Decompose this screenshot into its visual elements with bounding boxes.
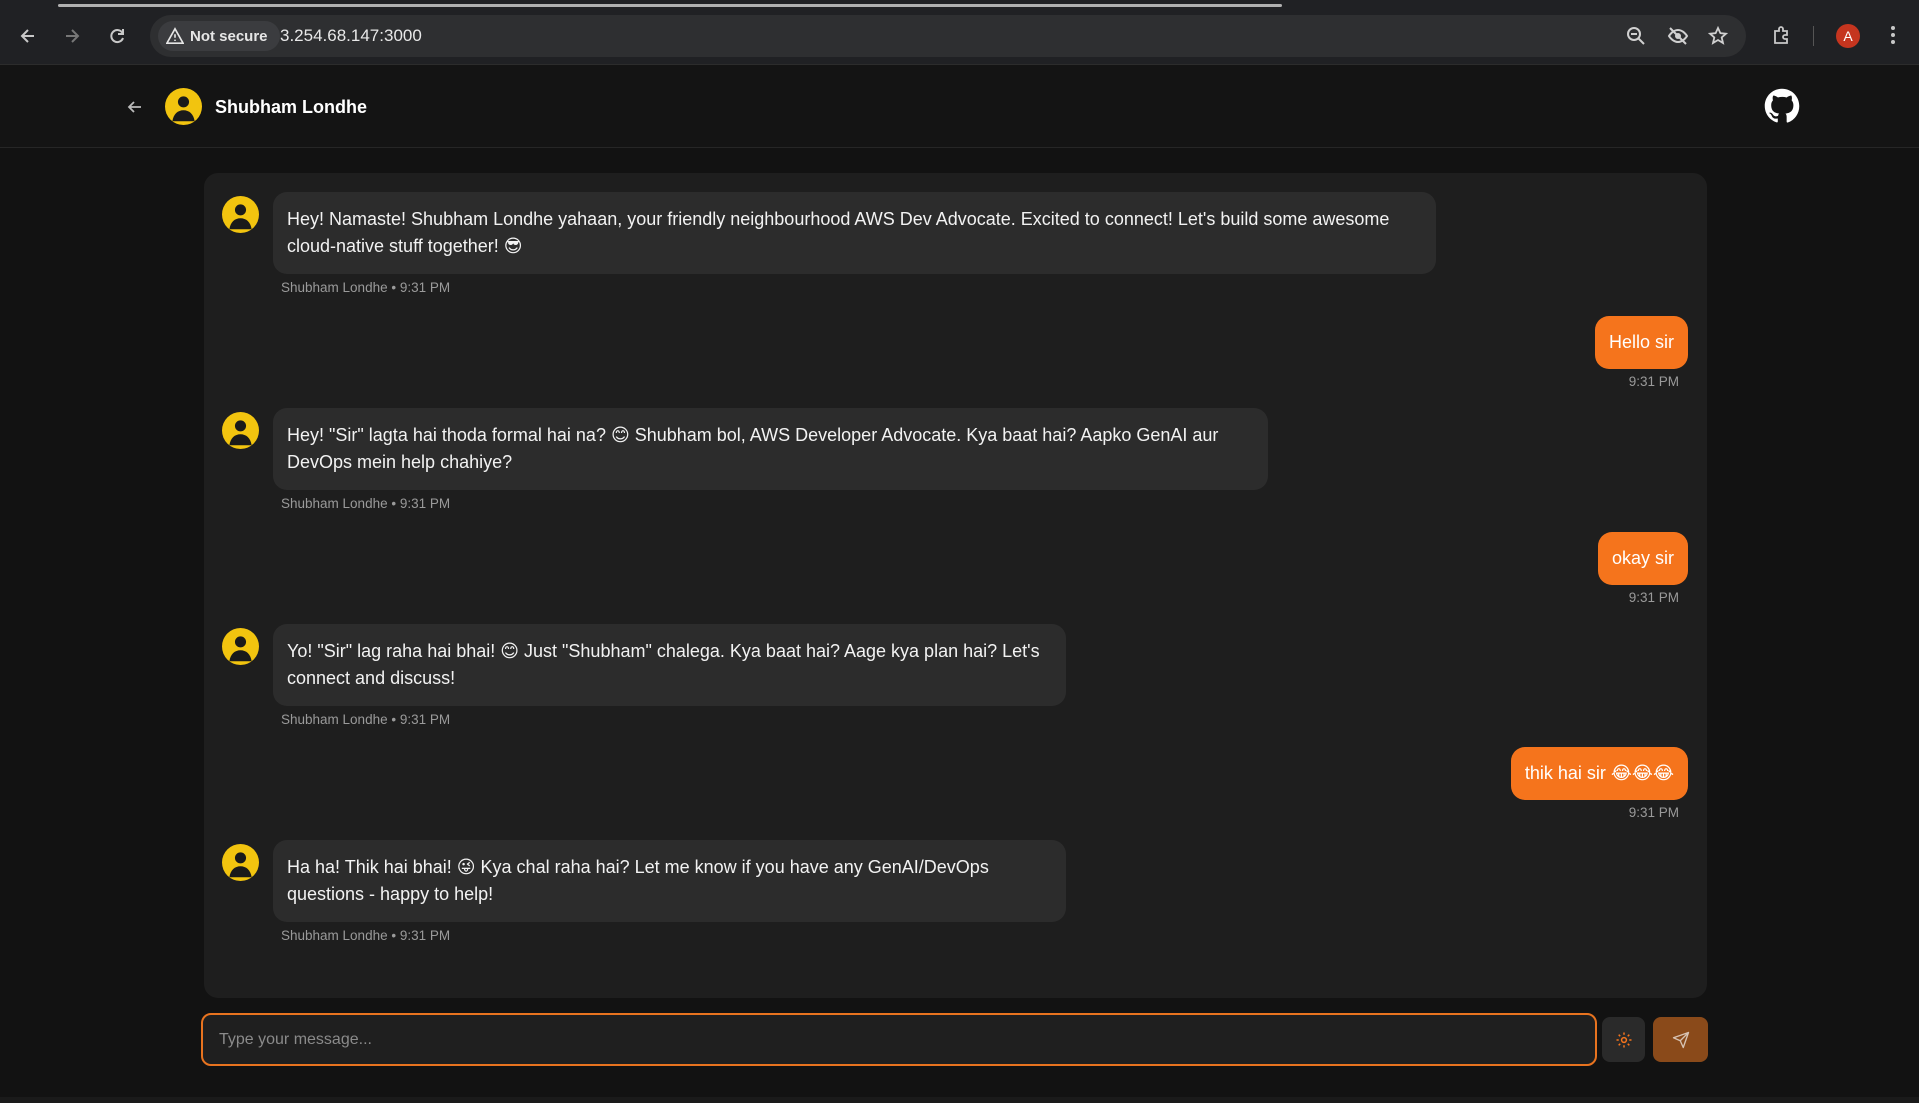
message-text: DevOps mein help chahiye? (287, 452, 513, 472)
message-text: Hey! "Sir" lagta hai thoda formal hai na… (287, 425, 1219, 445)
message-input[interactable] (201, 1013, 1597, 1066)
contact-name: Shubham Londhe (215, 97, 367, 117)
message-meta: Shubham Londhe • 9:31 PM (281, 280, 451, 295)
chat-header: Shubham Londhe (0, 65, 1919, 148)
warning-icon (166, 27, 184, 45)
settings-button[interactable] (1602, 1017, 1645, 1062)
address-bar[interactable]: Not secure 3.254.68.147:3000 (150, 15, 1746, 57)
send-button[interactable] (1653, 1017, 1708, 1062)
more-menu-icon[interactable] (1880, 22, 1906, 48)
avatar (165, 88, 202, 125)
message-meta: 9:31 PM (1628, 590, 1679, 605)
message-meta: Shubham Londhe • 9:31 PM (281, 928, 451, 943)
browser-forward-icon[interactable] (58, 22, 86, 50)
star-icon[interactable] (1706, 24, 1730, 48)
browser-reload-icon[interactable] (103, 22, 131, 50)
window-bottom-edge (0, 1097, 1919, 1103)
message-meta: 9:31 PM (1628, 374, 1679, 389)
message-text: Ha ha! Thik hai bhai! 😜 Kya chal raha ha… (287, 857, 989, 877)
avatar (222, 844, 259, 881)
github-icon[interactable] (1764, 88, 1800, 124)
browser-back-icon[interactable] (14, 22, 42, 50)
avatar (222, 196, 259, 233)
user-message-bubble: okay sir (1597, 532, 1688, 585)
message-text: questions - happy to help! (287, 884, 494, 904)
back-arrow-icon[interactable] (122, 94, 148, 120)
browser-toolbar: Not secure 3.254.68.147:3000 A (0, 0, 1919, 65)
chat-panel[interactable]: Hey! Namaste! Shubham Londhe yahaan, you… (204, 173, 1707, 998)
avatar (222, 628, 259, 665)
message-meta: Shubham Londhe • 9:31 PM (281, 496, 451, 511)
message-meta: Shubham Londhe • 9:31 PM (281, 712, 451, 727)
message-text: connect and discuss! (287, 668, 456, 688)
security-label: Not secure (190, 27, 268, 45)
toolbar-separator (1813, 26, 1814, 46)
message-text: cloud-native stuff together! 😎 (287, 236, 523, 256)
bot-message-bubble: Hey! "Sir" lagta hai thoda formal hai na… (273, 408, 1268, 490)
user-message-bubble: Hello sir (1594, 316, 1688, 369)
url-text[interactable]: 3.254.68.147:3000 (280, 26, 422, 46)
extensions-icon[interactable] (1769, 22, 1795, 48)
eye-off-icon[interactable] (1666, 24, 1690, 48)
message-meta: 9:31 PM (1628, 805, 1679, 820)
gear-icon (1616, 1032, 1631, 1047)
profile-avatar[interactable]: A (1836, 24, 1860, 48)
security-chip[interactable]: Not secure (158, 21, 280, 51)
send-icon (1672, 1031, 1689, 1048)
avatar (222, 412, 259, 449)
bot-message-bubble: Ha ha! Thik hai bhai! 😜 Kya chal raha ha… (273, 840, 1066, 922)
message-text: Hey! Namaste! Shubham Londhe yahaan, you… (287, 209, 1390, 229)
message-text: Yo! "Sir" lag raha hai bhai! 😊 Just "Shu… (287, 641, 1040, 661)
zoom-icon[interactable] (1624, 24, 1648, 48)
tab-loading-indicator (58, 4, 1282, 7)
bot-message-bubble: Hey! Namaste! Shubham Londhe yahaan, you… (273, 192, 1436, 274)
bot-message-bubble: Yo! "Sir" lag raha hai bhai! 😊 Just "Shu… (273, 624, 1066, 706)
user-message-bubble: thik hai sir 😂😂😂 (1510, 747, 1688, 800)
